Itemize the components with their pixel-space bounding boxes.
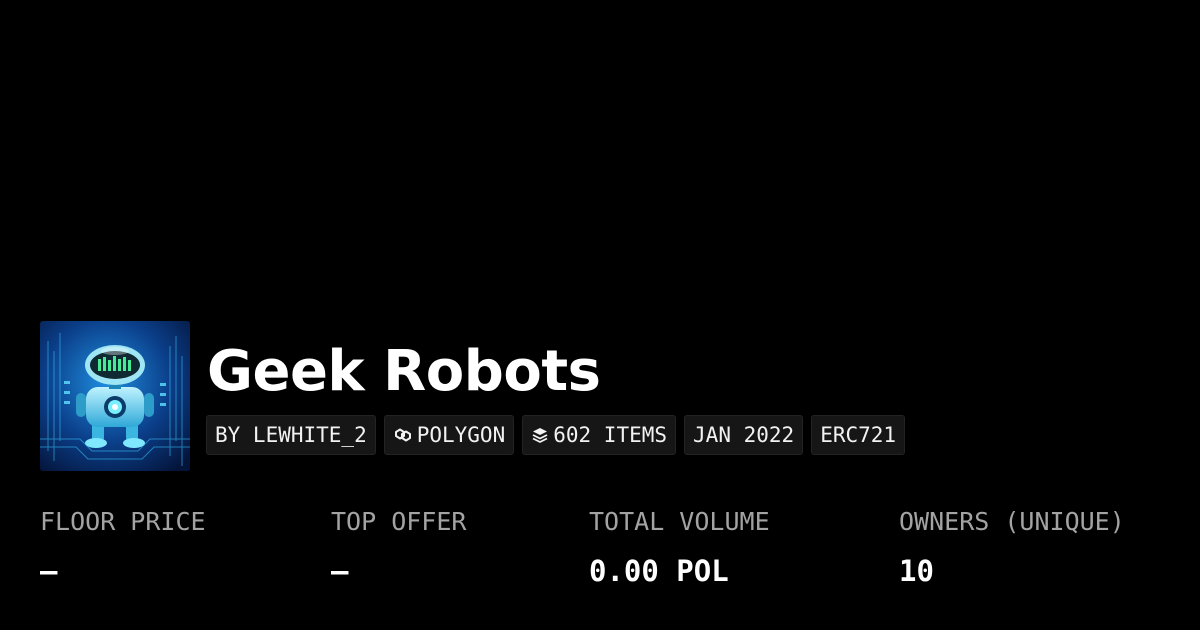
polygon-chain-icon [394, 428, 411, 442]
stat-top-offer-value: – [331, 554, 349, 588]
created-date-label: JAN 2022 [693, 423, 795, 447]
layers-icon [532, 428, 548, 443]
chain-label: POLYGON [416, 423, 506, 447]
stat-total-volume-value: 0.00 POL [589, 554, 729, 588]
items-chip[interactable]: 602 ITEMS [522, 415, 677, 455]
stat-top-offer: TOP OFFER – [331, 505, 466, 588]
stat-floor-price: FLOOR PRICE – [40, 505, 206, 588]
collection-meta-chips: BY LEWHITE_2 POLYGON 602 ITEMS JAN 2022 … [206, 415, 906, 455]
created-date-chip: JAN 2022 [684, 415, 804, 455]
stat-total-volume: TOTAL VOLUME 0.00 POL [589, 505, 770, 588]
stat-floor-price-label: FLOOR PRICE [40, 507, 206, 536]
stat-top-offer-label: TOP OFFER [331, 507, 467, 536]
stat-floor-price-value: – [40, 554, 58, 588]
stat-owners: OWNERS (UNIQUE) 10 [899, 505, 1125, 588]
collection-title: Geek Robots [207, 339, 601, 404]
chain-chip[interactable]: POLYGON [383, 415, 515, 455]
stat-owners-label: OWNERS (UNIQUE) [899, 507, 1125, 536]
collection-image [40, 321, 190, 471]
stat-owners-value: 10 [899, 554, 934, 588]
items-label: 602 ITEMS [553, 423, 668, 447]
stat-total-volume-label: TOTAL VOLUME [589, 507, 770, 536]
token-standard-label: ERC721 [820, 423, 897, 447]
robot-artwork-icon [40, 321, 190, 471]
token-standard-chip: ERC721 [811, 415, 906, 455]
creator-label: BY LEWHITE_2 [215, 423, 367, 447]
creator-chip[interactable]: BY LEWHITE_2 [206, 415, 376, 455]
